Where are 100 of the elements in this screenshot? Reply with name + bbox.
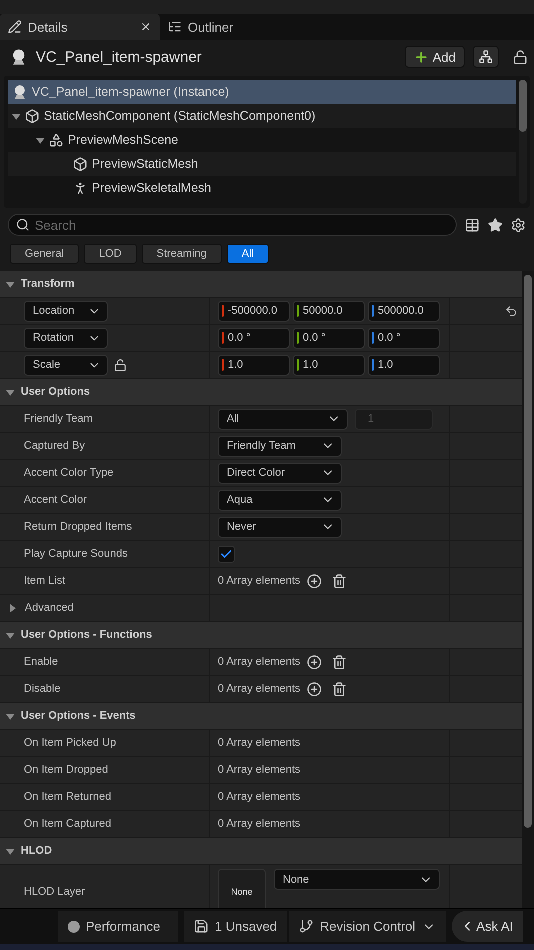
unsaved-button[interactable]: 1 Unsaved [184,911,288,942]
scrollbar-thumb[interactable] [524,275,532,828]
caret-down-icon[interactable] [12,112,21,120]
filter-tab[interactable]: All [226,244,270,264]
dropdown[interactable]: All [218,408,348,430]
array-count: 0 Array elements [218,737,301,749]
unlocked-icon[interactable] [513,50,528,64]
add-icon[interactable] [306,654,322,670]
list-icon [168,20,182,34]
property-label: Friendly Team [24,413,93,425]
number-field[interactable]: 50000.0 [293,300,365,322]
caret-down-icon[interactable] [6,630,15,640]
filter-tab[interactable]: Streaming [142,244,222,264]
dropdown[interactable]: Direct Color [218,462,342,484]
section-title[interactable]: User Options - Events [21,710,136,722]
group-label[interactable]: Advanced [25,602,74,614]
number-field[interactable]: 0.0 ° [218,328,290,348]
number-field[interactable]: 1.0 [368,354,440,376]
add-icon[interactable] [306,574,322,588]
array-count: 0 Array elements [218,818,301,830]
table-icon[interactable] [465,218,480,232]
unlocked-icon[interactable] [114,358,127,372]
trash-icon[interactable] [332,574,347,588]
transform-dropdown[interactable]: Scale [24,354,108,376]
shapes-icon [49,132,64,148]
tree-item[interactable]: PreviewStaticMesh [8,152,516,176]
transform-dropdown[interactable]: Rotation [24,328,108,348]
property-label: Enable [24,656,58,668]
trash-icon[interactable] [332,682,347,696]
reset-icon[interactable] [505,304,518,318]
branch-icon [299,919,314,934]
property-label: On Item Captured [24,818,112,830]
number-field: 1 [355,408,433,430]
number-field[interactable]: 1.0 [218,354,290,376]
property-label: HLOD Layer [24,886,86,898]
section-title[interactable]: User Options [21,386,90,398]
number-field[interactable]: 500000.0 [368,300,440,322]
ask-ai-button[interactable]: Ask AI [452,911,524,942]
property-label: Item List [24,575,66,587]
pencil-icon [8,20,22,34]
property-label: On Item Picked Up [24,737,116,749]
number-field[interactable]: 0.0 ° [368,328,440,348]
performance-button[interactable]: Performance [58,911,178,942]
trash-icon[interactable] [332,654,347,670]
close-icon[interactable] [140,21,152,33]
cube-icon [73,156,88,172]
plus-icon [414,50,429,64]
section-title[interactable]: User Options - Functions [21,629,152,641]
caret-down-icon[interactable] [6,388,15,396]
caret-right-icon[interactable] [8,604,17,612]
number-field[interactable]: 0.0 ° [293,328,365,348]
number-field[interactable]: -500000.0 [218,300,290,322]
property-label: Return Dropped Items [24,521,132,533]
number-field[interactable]: 1.0 [293,354,365,376]
transform-dropdown[interactable]: Location [24,300,108,322]
caret-down-icon[interactable] [6,712,15,720]
star-icon[interactable] [488,218,503,232]
tree-item[interactable]: VC_Panel_item-spawner (Instance) [8,80,516,104]
property-label: Disable [24,683,61,695]
settings-icon[interactable] [511,218,526,232]
search-icon [16,218,30,232]
array-count: 0 Array elements [218,575,301,587]
filter-tab[interactable]: LOD [84,244,137,264]
asset-thumbnail[interactable]: None [218,869,266,908]
array-count: 0 Array elements [218,791,301,803]
section-title[interactable]: Transform [21,278,75,290]
property-label: On Item Returned [24,791,112,803]
filter-tab[interactable]: General [10,244,80,264]
cube-icon [25,108,40,124]
sphere-icon [12,84,28,100]
caret-down-icon[interactable] [6,280,15,288]
panel-tab[interactable]: Outliner [160,14,242,40]
property-label: Play Capture Sounds [24,548,128,560]
dropdown[interactable]: Aqua [218,490,342,510]
search-field[interactable]: Search [8,214,457,236]
property-label: Accent Color [24,494,87,506]
scrollbar-thumb[interactable] [519,80,527,132]
revision-control-button[interactable]: Revision Control [289,911,446,942]
array-count: 0 Array elements [218,683,301,695]
property-label: On Item Dropped [24,764,108,776]
dropdown[interactable]: Never [218,516,342,538]
array-count: 0 Array elements [218,656,301,668]
add-icon[interactable] [306,682,322,696]
property-label: Accent Color Type [24,467,114,479]
actor-title: VC_Panel_item-spawner [36,48,203,66]
section-title[interactable]: HLOD [21,845,52,857]
array-count: 0 Array elements [218,764,301,776]
property-label: Captured By [24,440,86,452]
hierarchy-icon [479,50,493,64]
hierarchy-button[interactable] [473,46,499,68]
add-button[interactable]: Add [404,46,465,68]
checkbox[interactable] [218,546,235,562]
asset-dropdown[interactable]: None [274,869,440,890]
tree-item[interactable]: StaticMeshComponent (StaticMeshComponent0) [8,104,516,128]
caret-down-icon[interactable] [36,136,45,144]
circle-icon [68,920,80,932]
panel-tab[interactable]: Details [0,14,160,40]
checkmark-icon [220,548,233,560]
caret-down-icon[interactable] [6,846,15,856]
dropdown[interactable]: Friendly Team [218,436,342,456]
